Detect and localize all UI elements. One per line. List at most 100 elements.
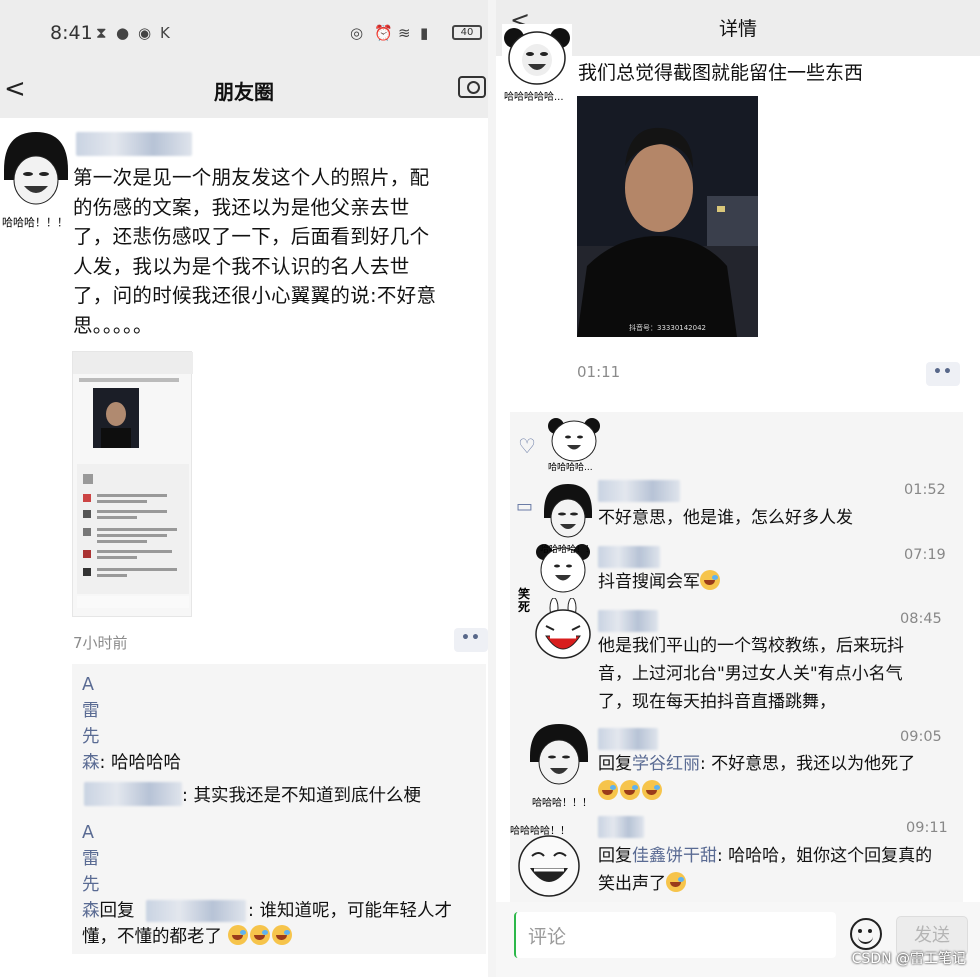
page-title: 朋友圈	[214, 80, 274, 104]
comment-text: 不好意思，他是谁，怎么好多人发	[598, 508, 853, 528]
laugh-cry-emoji-icon	[227, 925, 248, 945]
post-line: 了，还悲伤感叹了一下，后面看到好几个	[73, 225, 430, 248]
comment-author-blurred[interactable]	[598, 480, 680, 502]
portrait-photo: 抖音号：33330142042	[577, 96, 758, 337]
comment-line: 回复学谷红丽: 不好意思，我还以为他死了	[598, 750, 915, 778]
name-char: A	[82, 675, 94, 695]
comment-text: 笑出声了	[598, 874, 666, 894]
wechat-icon: ●	[116, 24, 130, 42]
wifi-icon: ≋	[398, 24, 411, 42]
post-time: 7小时前	[73, 634, 128, 652]
emoji-picker-icon[interactable]	[850, 918, 882, 950]
laugh-cry-emoji-icon	[620, 780, 640, 800]
comment-author-blurred[interactable]	[598, 546, 660, 568]
post-time: 01:11	[577, 363, 621, 381]
battery-icon: 40	[452, 25, 482, 40]
comment-text: 音，上过河北台"男过女人关"有点小名气	[598, 664, 903, 684]
avatar[interactable]	[0, 128, 72, 212]
laugh-label: 笑死	[518, 587, 531, 614]
camera-icon[interactable]	[458, 76, 486, 98]
reply-label: 回复	[598, 754, 632, 774]
comment-author[interactable]: A 雷 先	[82, 672, 100, 750]
alarm-icon: ⏰	[374, 24, 393, 42]
hourglass-icon: ⧗	[96, 24, 107, 42]
status-time: 8:41	[50, 22, 93, 44]
comment-icon: ▭	[516, 496, 534, 517]
name-char: 雷	[82, 849, 100, 869]
reply-target[interactable]: 佳鑫饼干甜	[632, 846, 717, 866]
moments-feed-panel: 8:41 ⧗ ● ◉ K ◎ ⏰ ≋ ▮ 40 < 朋友圈 哈哈哈！！！ 第一次…	[0, 0, 488, 977]
comment-emojis	[598, 778, 664, 806]
post-image-thumbnail[interactable]	[72, 351, 193, 617]
comment-avatar-caption: 哈哈哈！！！	[532, 798, 592, 809]
comment-avatar[interactable]	[524, 722, 594, 788]
signal-icon: ▮	[420, 24, 429, 42]
comment-line: 森回复	[82, 898, 135, 924]
comment-line: 森: 哈哈哈哈	[82, 750, 181, 776]
meme-face-icon	[544, 484, 592, 538]
post-line: 了，问的时候我还很小心翼翼的说:不好意	[73, 284, 437, 307]
reply-label: 回复	[598, 846, 632, 866]
name-char: 先	[82, 727, 100, 747]
comment-author-blurred[interactable]	[598, 816, 644, 838]
panda-meme-icon	[504, 28, 570, 85]
comment-avatar[interactable]	[532, 598, 594, 660]
comment-time: 09:11	[906, 820, 948, 836]
avatar-caption: 哈哈哈！！！	[2, 216, 68, 229]
comment-input[interactable]: 评论	[514, 912, 836, 958]
comment-avatar[interactable]	[512, 834, 586, 898]
avatar[interactable]	[502, 24, 572, 88]
laugh-cry-emoji-icon	[271, 925, 292, 945]
detail-panel: < 详情 哈哈哈哈哈... 我们总觉得截图就能留住一些东西 抖音号：333301…	[496, 0, 980, 977]
comment-author[interactable]: A 雷 先	[82, 820, 100, 898]
comment-text: 了，现在每天拍抖音直播跳舞，	[598, 692, 836, 712]
comment-line: 笑出声了	[598, 870, 688, 898]
comment-text: : 谁知道呢，可能年轻人才	[248, 901, 452, 921]
comment-text: : 其实我还是不知道到底什么梗	[182, 786, 421, 806]
comment-text: : 哈哈哈哈	[99, 753, 181, 773]
comment-avatar[interactable]	[540, 482, 596, 540]
laugh-cry-emoji-icon	[666, 872, 686, 892]
comment-time: 08:45	[900, 611, 942, 627]
top-navbar: < 朋友圈	[0, 66, 488, 118]
comment-line: 抖音搜闻会军	[598, 568, 722, 596]
status-bar: 8:41 ⧗ ● ◉ K ◎ ⏰ ≋ ▮ 40	[0, 0, 488, 66]
comment-author-tail[interactable]: 森	[82, 901, 100, 921]
name-char: 雷	[82, 701, 100, 721]
comment-text: : 哈哈哈，姐你这个回复真的	[717, 846, 933, 866]
eye-icon: ◎	[350, 24, 364, 42]
laugh-cry-emoji-icon	[642, 780, 662, 800]
more-actions-button[interactable]: ••	[454, 628, 488, 652]
comment-author-blurred[interactable]	[84, 782, 182, 806]
comment-line: 懂，不懂的都老了	[82, 924, 294, 950]
comment-text: : 不好意思，我还以为他死了	[700, 754, 916, 774]
liker-caption: 哈哈哈哈...	[548, 463, 593, 473]
laugh-cry-emoji-icon	[598, 780, 618, 800]
panel-divider	[488, 0, 496, 977]
app-icon: ◉	[138, 24, 152, 42]
poster-name[interactable]	[76, 132, 192, 156]
post-text: 我们总觉得截图就能留住一些东西	[578, 62, 864, 84]
reply-target[interactable]: 学谷红丽	[632, 754, 700, 774]
more-actions-button[interactable]: ••	[926, 362, 960, 386]
comment-time: 07:19	[904, 547, 946, 563]
comment-line: 回复佳鑫饼干甜: 哈哈哈，姐你这个回复真的	[598, 842, 932, 870]
name-char: 先	[82, 875, 100, 895]
comment-author-tail[interactable]: 森	[82, 753, 100, 773]
post-line: 思。。。。。	[73, 313, 153, 337]
reply-label: 回复	[99, 901, 135, 921]
photo-watermark: 抖音号：33330142042	[629, 323, 706, 332]
comment-time: 01:52	[904, 482, 946, 498]
heart-icon: ♡	[518, 434, 536, 458]
liker-avatar[interactable]	[546, 416, 602, 462]
meme-face-icon	[4, 132, 68, 205]
csdn-watermark: CSDN @雷工笔记	[851, 951, 966, 967]
post-text: 第一次是见一个朋友发这个人的照片，配 的伤感的文案，我还以为是他父亲去世 了，还…	[73, 163, 485, 340]
avatar-caption: 哈哈哈哈哈...	[504, 92, 564, 103]
comment-author-blurred[interactable]	[598, 728, 658, 750]
reply-target-blurred[interactable]	[146, 900, 246, 922]
comment-time: 09:05	[900, 729, 942, 745]
comment-author-blurred[interactable]	[598, 610, 658, 632]
post-line: 人发，我以为是个我不认识的名人去世	[73, 254, 410, 278]
post-photo[interactable]: 抖音号：33330142042	[577, 96, 758, 337]
